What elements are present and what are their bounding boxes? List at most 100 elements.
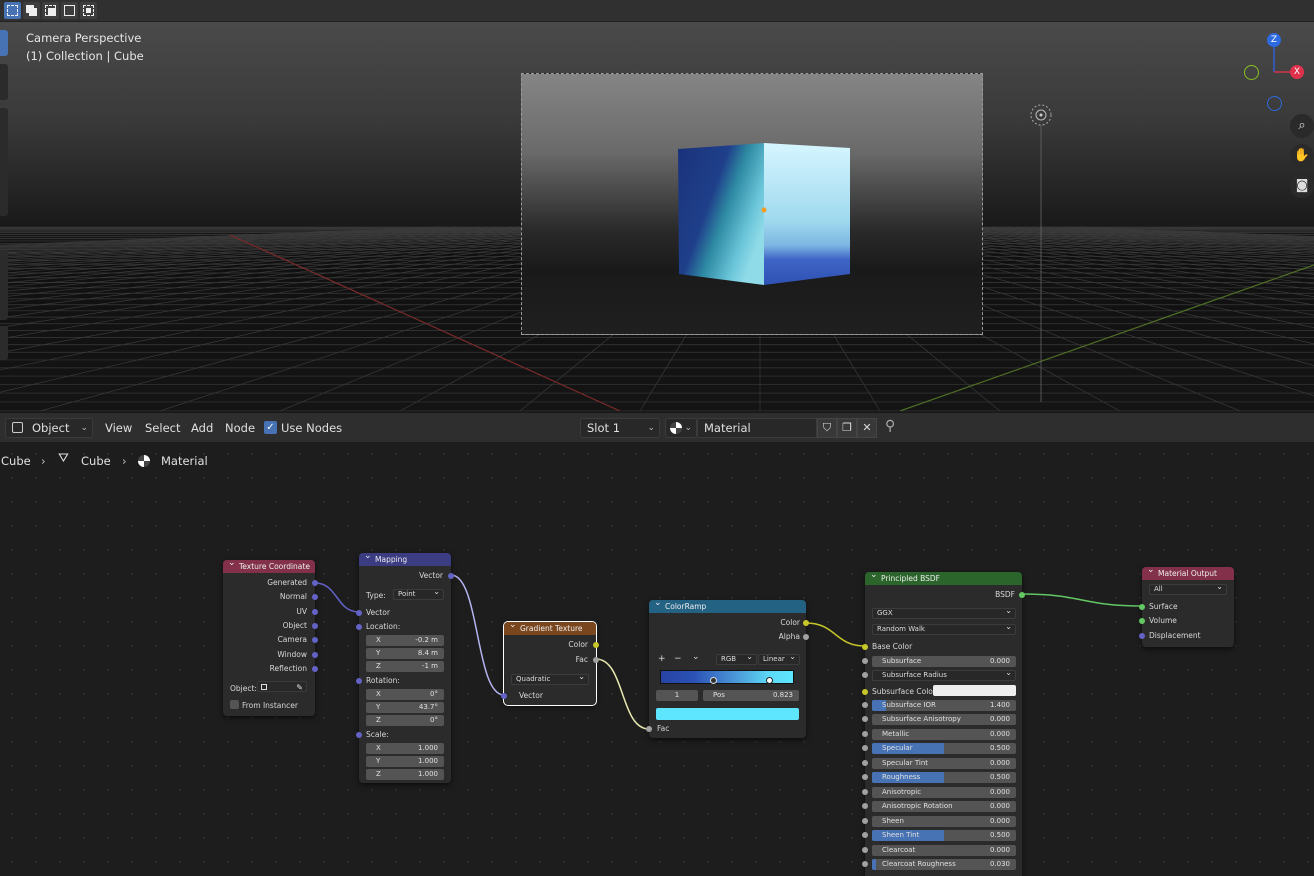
stop-color-swatch[interactable] [656,708,799,720]
socket-color-out[interactable] [803,620,809,626]
bsdf-param-slider[interactable]: Sheen 0.000 [872,816,1016,827]
socket-subsurface-radius[interactable] [862,672,868,678]
light-object[interactable] [1028,102,1054,402]
fake-user-shield-icon[interactable]: ⛉ [817,418,837,438]
mapping-type-dropdown[interactable]: Point [393,587,444,600]
extend-mode-button[interactable] [23,2,40,19]
bsdf-param-slider[interactable]: Clearcoat Roughness 0.030 [872,859,1016,870]
menu-add[interactable]: Add [191,421,213,435]
unlink-material-close-icon[interactable]: ✕ [857,418,877,438]
slot-dropdown[interactable]: Slot 1 ⌄ [580,418,660,438]
socket-param[interactable] [862,847,868,853]
socket-param[interactable] [862,789,868,795]
gradient-texture-node[interactable]: Gradient Texture Color Fac Quadratic Vec… [501,619,599,706]
subsurface-color-swatch[interactable] [933,685,1016,696]
mapping-node[interactable]: Mapping Vector Type: Point Vector Locati… [356,550,454,783]
gradient-texture-title[interactable]: Gradient Texture [504,619,596,635]
menu-node[interactable]: Node [225,421,255,435]
rotation-x-field[interactable]: X 0° [366,689,444,700]
intersect-mode-button[interactable] [80,2,97,19]
socket-fac-in[interactable] [646,726,652,732]
scale-y-field[interactable]: Y 1.000 [366,756,444,767]
bsdf-param-slider[interactable]: Specular Tint 0.000 [872,758,1016,769]
remove-stop-button[interactable]: − [674,654,682,664]
tool-add-cube[interactable] [0,326,8,360]
location-z-field[interactable]: Z -1 m [366,661,444,672]
socket-bsdf-out[interactable] [1019,592,1025,598]
texture-coordinate-title[interactable]: Texture Coordinate [223,557,315,573]
socket-volume[interactable] [1139,618,1145,624]
socket-rotation[interactable] [356,678,362,684]
socket-base-color[interactable] [862,644,868,650]
bsdf-param-slider[interactable]: Metallic 0.000 [872,729,1016,740]
socket-vector-out[interactable] [448,573,454,579]
subsurface-radius-field[interactable]: Subsurface Radius [872,668,1016,681]
subtract-mode-button[interactable] [42,2,59,19]
gizmo-neg-z-axis[interactable] [1267,96,1282,111]
material-output-node[interactable]: Material Output All Surface Volume Displ… [1139,564,1234,647]
bsdf-param-slider[interactable]: Specular 0.500 [872,743,1016,754]
menu-view[interactable]: View [105,421,132,435]
interpolation-dropdown[interactable]: Linear [758,652,800,665]
socket-object[interactable] [312,623,318,629]
socket-scale[interactable] [356,732,362,738]
colorramp-title[interactable]: ColorRamp [649,597,806,613]
socket-alpha-out[interactable] [803,634,809,640]
gizmo-z-axis[interactable]: Z [1267,33,1281,47]
invert-mode-button[interactable] [61,2,78,19]
socket-subsurface-color[interactable] [862,689,868,695]
tool-select[interactable] [0,30,8,56]
add-stop-button[interactable]: + [658,654,666,664]
socket-param[interactable] [862,731,868,737]
socket-param[interactable] [862,716,868,722]
color-ramp-bar[interactable] [660,670,794,684]
bsdf-param-slider[interactable]: Roughness 0.500 [872,772,1016,783]
from-instancer-checkbox[interactable] [230,700,239,709]
socket-displacement[interactable] [1139,633,1145,639]
use-nodes-checkbox[interactable]: ✓ [264,421,277,434]
socket-param[interactable] [862,774,868,780]
tool-cursor[interactable] [0,64,8,100]
colorramp-node[interactable]: ColorRamp Color Alpha + − ⌄ RGB Linear 1… [646,597,809,738]
active-stop-index-field[interactable]: 1 [656,690,698,701]
socket-color-out[interactable] [593,642,599,648]
rotation-z-field[interactable]: Z 0° [366,715,444,726]
bsdf-param-slider[interactable]: Subsurface 0.000 [872,656,1016,667]
socket-vector-in[interactable] [356,610,362,616]
stop-position-field[interactable]: Pos 0.823 [703,690,799,701]
material-browse-dropdown[interactable]: ⌄ [665,418,697,438]
pin-icon[interactable]: ⚲ [885,418,895,434]
tool-annotate-group[interactable] [0,250,8,320]
gradient-type-dropdown[interactable]: Quadratic [511,672,589,685]
socket-param[interactable] [862,832,868,838]
3d-viewport[interactable]: Camera Perspective (1) Collection | Cube… [0,22,1314,411]
bsdf-param-slider[interactable]: Sheen Tint 0.500 [872,830,1016,841]
bsdf-param-slider[interactable]: Subsurface IOR 1.400 [872,700,1016,711]
socket-param[interactable] [862,803,868,809]
texture-coordinate-node[interactable]: Texture Coordinate Generated Normal UV O… [223,557,318,716]
camera-view-icon[interactable]: ◙ [1290,174,1314,198]
socket-generated[interactable] [312,580,318,586]
principled-bsdf-title[interactable]: Principled BSDF [865,569,1022,585]
gizmo-x-axis[interactable]: X [1290,65,1304,79]
bsdf-param-slider[interactable]: Clearcoat 0.000 [872,845,1016,856]
socket-normal[interactable] [312,594,318,600]
bsdf-param-slider[interactable]: Subsurface Anisotropy 0.000 [872,714,1016,725]
ramp-menu-chevron-icon[interactable]: ⌄ [692,652,700,662]
editor-type-dropdown[interactable]: Object ⌄ [5,418,93,438]
socket-vector-in[interactable] [501,693,507,699]
ramp-stop-0-handle[interactable] [710,677,717,684]
scale-z-field[interactable]: Z 1.000 [366,769,444,780]
duplicate-material-icon[interactable]: ❐ [837,418,857,438]
rotation-y-field[interactable]: Y 43.7° [366,702,444,713]
socket-param[interactable] [862,818,868,824]
socket-camera[interactable] [312,637,318,643]
socket-location[interactable] [356,624,362,630]
socket-param[interactable] [862,658,868,664]
select-box-mode-button[interactable] [4,2,21,19]
location-x-field[interactable]: X -0.2 m [366,635,444,646]
object-picker-field[interactable]: ✎ [257,681,307,692]
ramp-stop-1-handle[interactable] [766,677,773,684]
material-output-title[interactable]: Material Output [1142,564,1234,580]
tool-transform-group[interactable] [0,108,8,216]
